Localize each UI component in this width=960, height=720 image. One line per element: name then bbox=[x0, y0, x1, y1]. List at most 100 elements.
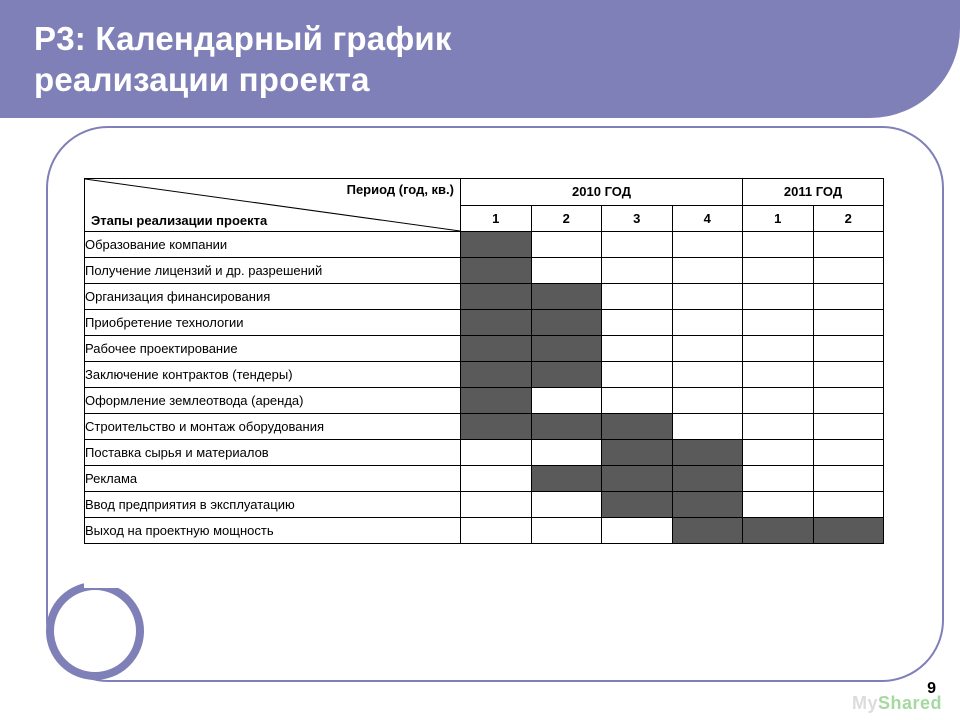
table-row: Выход на проектную мощность bbox=[85, 518, 884, 544]
gantt-cell-empty bbox=[813, 388, 884, 414]
gantt-cell-empty bbox=[813, 258, 884, 284]
slide-title: Р3: Календарный график реализации проект… bbox=[34, 18, 452, 101]
table-row: Образование компании bbox=[85, 232, 884, 258]
gantt-cell-empty bbox=[813, 440, 884, 466]
gantt-table: Период (год, кв.) Этапы реализации проек… bbox=[84, 178, 884, 544]
gantt-cell-empty bbox=[743, 362, 814, 388]
stage-label: Реклама bbox=[85, 466, 461, 492]
gantt-cell-filled bbox=[461, 232, 532, 258]
quarter-header: 2 bbox=[531, 205, 602, 232]
gantt-cell-empty bbox=[602, 388, 673, 414]
gantt-cell-empty bbox=[743, 310, 814, 336]
gantt-cell-empty bbox=[602, 258, 673, 284]
table-row: Организация финансирования bbox=[85, 284, 884, 310]
quarter-header: 1 bbox=[743, 205, 814, 232]
gantt-cell-empty bbox=[813, 414, 884, 440]
gantt-cell-filled bbox=[531, 310, 602, 336]
gantt-cell-empty bbox=[743, 388, 814, 414]
gantt-cell-filled bbox=[813, 518, 884, 544]
gantt-cell-filled bbox=[461, 310, 532, 336]
gantt-cell-filled bbox=[461, 336, 532, 362]
stage-label: Строительство и монтаж оборудования bbox=[85, 414, 461, 440]
table-row: Оформление землеотвода (аренда) bbox=[85, 388, 884, 414]
gantt-cell-empty bbox=[813, 284, 884, 310]
gantt-cell-empty bbox=[461, 518, 532, 544]
quarter-header: 2 bbox=[813, 205, 884, 232]
gantt-cell-empty bbox=[602, 310, 673, 336]
gantt-cell-empty bbox=[672, 310, 743, 336]
gantt-table-wrap: Период (год, кв.) Этапы реализации проек… bbox=[84, 178, 884, 588]
gantt-cell-empty bbox=[743, 336, 814, 362]
gantt-cell-filled bbox=[672, 466, 743, 492]
title-line-2: реализации проекта bbox=[34, 61, 370, 98]
gantt-cell-empty bbox=[813, 310, 884, 336]
gantt-cell-filled bbox=[531, 466, 602, 492]
gantt-cell-empty bbox=[813, 492, 884, 518]
gantt-cell-empty bbox=[531, 440, 602, 466]
gantt-cell-filled bbox=[531, 362, 602, 388]
decorative-circle bbox=[46, 582, 144, 680]
gantt-cell-empty bbox=[602, 232, 673, 258]
stage-label: Заключение контрактов (тендеры) bbox=[85, 362, 461, 388]
watermark-suffix: Shared bbox=[878, 693, 942, 713]
gantt-cell-empty bbox=[743, 466, 814, 492]
quarter-header: 4 bbox=[672, 205, 743, 232]
table-row: Рабочее проектирование bbox=[85, 336, 884, 362]
table-row: Строительство и монтаж оборудования bbox=[85, 414, 884, 440]
watermark-prefix: My bbox=[852, 693, 878, 713]
header-diagonal-cell: Период (год, кв.) Этапы реализации проек… bbox=[85, 179, 461, 232]
gantt-cell-filled bbox=[672, 440, 743, 466]
table-row: Поставка сырья и материалов bbox=[85, 440, 884, 466]
watermark: MyShared bbox=[852, 693, 942, 714]
stage-label: Поставка сырья и материалов bbox=[85, 440, 461, 466]
slide: Р3: Календарный график реализации проект… bbox=[0, 0, 960, 720]
stages-axis-label: Этапы реализации проекта bbox=[91, 213, 267, 228]
gantt-cell-empty bbox=[672, 232, 743, 258]
gantt-cell-empty bbox=[602, 518, 673, 544]
gantt-cell-filled bbox=[461, 388, 532, 414]
gantt-body: Образование компанииПолучение лицензий и… bbox=[85, 232, 884, 544]
table-row: Реклама bbox=[85, 466, 884, 492]
quarter-header: 1 bbox=[461, 205, 532, 232]
gantt-cell-empty bbox=[531, 258, 602, 284]
gantt-cell-filled bbox=[602, 492, 673, 518]
gantt-cell-empty bbox=[672, 414, 743, 440]
gantt-cell-empty bbox=[672, 336, 743, 362]
gantt-cell-empty bbox=[602, 362, 673, 388]
gantt-cell-empty bbox=[461, 492, 532, 518]
stage-label: Ввод предприятия в эксплуатацию bbox=[85, 492, 461, 518]
year-header-2010: 2010 ГОД bbox=[461, 179, 743, 206]
gantt-cell-empty bbox=[813, 336, 884, 362]
stage-label: Оформление землеотвода (аренда) bbox=[85, 388, 461, 414]
gantt-cell-empty bbox=[743, 232, 814, 258]
gantt-cell-empty bbox=[531, 388, 602, 414]
table-row: Заключение контрактов (тендеры) bbox=[85, 362, 884, 388]
gantt-cell-filled bbox=[602, 466, 673, 492]
gantt-cell-filled bbox=[672, 492, 743, 518]
table-row: Ввод предприятия в эксплуатацию bbox=[85, 492, 884, 518]
gantt-cell-empty bbox=[813, 466, 884, 492]
gantt-cell-filled bbox=[531, 336, 602, 362]
stage-label: Рабочее проектирование bbox=[85, 336, 461, 362]
stage-label: Образование компании bbox=[85, 232, 461, 258]
gantt-cell-empty bbox=[743, 492, 814, 518]
stage-label: Выход на проектную мощность bbox=[85, 518, 461, 544]
gantt-cell-empty bbox=[813, 362, 884, 388]
gantt-cell-empty bbox=[461, 466, 532, 492]
gantt-cell-filled bbox=[461, 362, 532, 388]
gantt-cell-empty bbox=[531, 492, 602, 518]
gantt-cell-filled bbox=[531, 284, 602, 310]
gantt-cell-filled bbox=[461, 258, 532, 284]
gantt-cell-empty bbox=[813, 232, 884, 258]
period-axis-label: Период (год, кв.) bbox=[347, 182, 454, 197]
year-header-2011: 2011 ГОД bbox=[743, 179, 884, 206]
gantt-cell-filled bbox=[672, 518, 743, 544]
gantt-header: Период (год, кв.) Этапы реализации проек… bbox=[85, 179, 884, 232]
gantt-cell-empty bbox=[672, 362, 743, 388]
gantt-cell-empty bbox=[531, 518, 602, 544]
gantt-cell-filled bbox=[531, 414, 602, 440]
gantt-cell-empty bbox=[743, 414, 814, 440]
gantt-cell-empty bbox=[672, 284, 743, 310]
gantt-cell-empty bbox=[602, 336, 673, 362]
stage-label: Организация финансирования bbox=[85, 284, 461, 310]
